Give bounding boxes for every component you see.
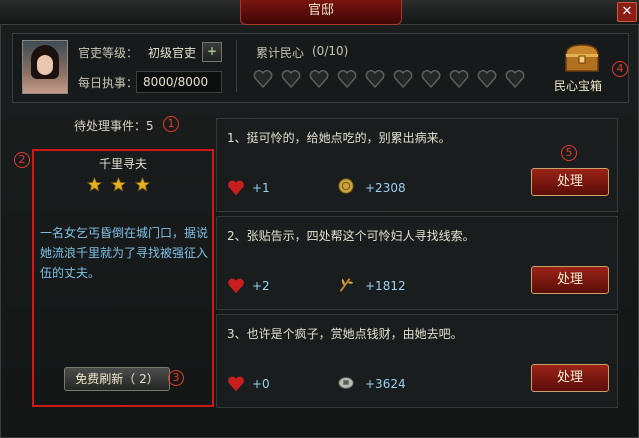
handle-button[interactable]: 处理 (531, 364, 609, 392)
event-card-1: 1、挺可怜的，给她点吃的，别累出病来。 +1 +2308 处理 (216, 118, 618, 212)
event-card-2: 2、张贴告示，四处帮这个可怜妇人寻找线索。 +2 +1812 处理 (216, 216, 618, 310)
silver-icon (338, 377, 354, 389)
morale-heart-icon (281, 69, 301, 89)
rank-up-button[interactable]: + (202, 42, 222, 62)
marker-3: 3 (168, 370, 184, 386)
resource-value: +3624 (365, 377, 406, 391)
morale-heart-icon (477, 69, 497, 89)
marker-2: 2 (14, 152, 30, 168)
event-card-3: 3、也许是个疯子，赏她点钱财，由她去吧。 +0 +3624 处理 (216, 314, 618, 408)
duty-value: 8000/8000 (136, 71, 222, 93)
free-refresh-button[interactable]: 免费刷新（ 2） (64, 367, 170, 391)
divider (236, 40, 237, 92)
rank-label: 官吏等级： (78, 46, 139, 60)
morale-heart-icon (365, 69, 385, 89)
heart-icon (228, 376, 244, 392)
handle-button[interactable]: 处理 (531, 168, 609, 196)
title-bar: 官邸 ✕ (0, 0, 639, 25)
marker-5: 5 (561, 145, 577, 161)
event-text: 1、挺可怜的，给她点吃的，别累出病来。 (227, 131, 451, 145)
morale-heart-icon (309, 69, 329, 89)
morale-heart-icon (421, 69, 441, 89)
star-icon (134, 176, 151, 192)
window-title: 官邸 (240, 0, 402, 25)
duty-label: 每日执事： (78, 76, 139, 90)
resource-value: +2308 (365, 181, 406, 195)
coin-icon (338, 178, 354, 194)
story-text: 一名女乞丐昏倒在城门口，据说她流浪千里就为了寻找被强征入伍的丈夫。 (40, 226, 209, 280)
treasure-chest-label: 民心宝箱 (554, 79, 603, 93)
avatar (22, 40, 68, 94)
marker-4: 4 (612, 61, 628, 77)
star-icon (86, 176, 103, 192)
rank-value: 初级官吏 (148, 46, 197, 60)
story-title: 千里寻夫 (98, 157, 147, 171)
heart-icon (228, 278, 244, 294)
event-text: 2、张贴告示，四处帮这个可怜妇人寻找线索。 (227, 229, 475, 243)
marker-1: 1 (163, 116, 179, 132)
handle-button[interactable]: 处理 (531, 266, 609, 294)
morale-count: (0/10) (312, 44, 349, 58)
event-text: 3、也许是个疯子，赏她点钱财，由她去吧。 (227, 327, 463, 341)
resource-value: +1812 (365, 279, 406, 293)
wheat-icon (339, 278, 354, 292)
morale-heart-icon (449, 69, 469, 89)
pending-events-label: 待处理事件：5 (74, 119, 154, 133)
morale-gain: +0 (252, 377, 270, 391)
morale-label: 累计民心 (256, 46, 305, 60)
morale-heart-icon (505, 69, 525, 89)
morale-heart-icon (393, 69, 413, 89)
star-icon (110, 176, 127, 192)
morale-gain: +2 (252, 279, 270, 293)
story-panel: 千里寻夫 一名女乞丐昏倒在城门口，据说她流浪千里就为了寻找被强征入伍的丈夫。 免… (32, 149, 214, 407)
heart-icon (228, 180, 244, 196)
morale-heart-icon (253, 69, 273, 89)
treasure-chest-icon[interactable] (562, 43, 602, 73)
morale-heart-icon (337, 69, 357, 89)
avatar-face (37, 55, 53, 75)
morale-gain: +1 (252, 181, 270, 195)
close-button[interactable]: ✕ (617, 2, 637, 22)
